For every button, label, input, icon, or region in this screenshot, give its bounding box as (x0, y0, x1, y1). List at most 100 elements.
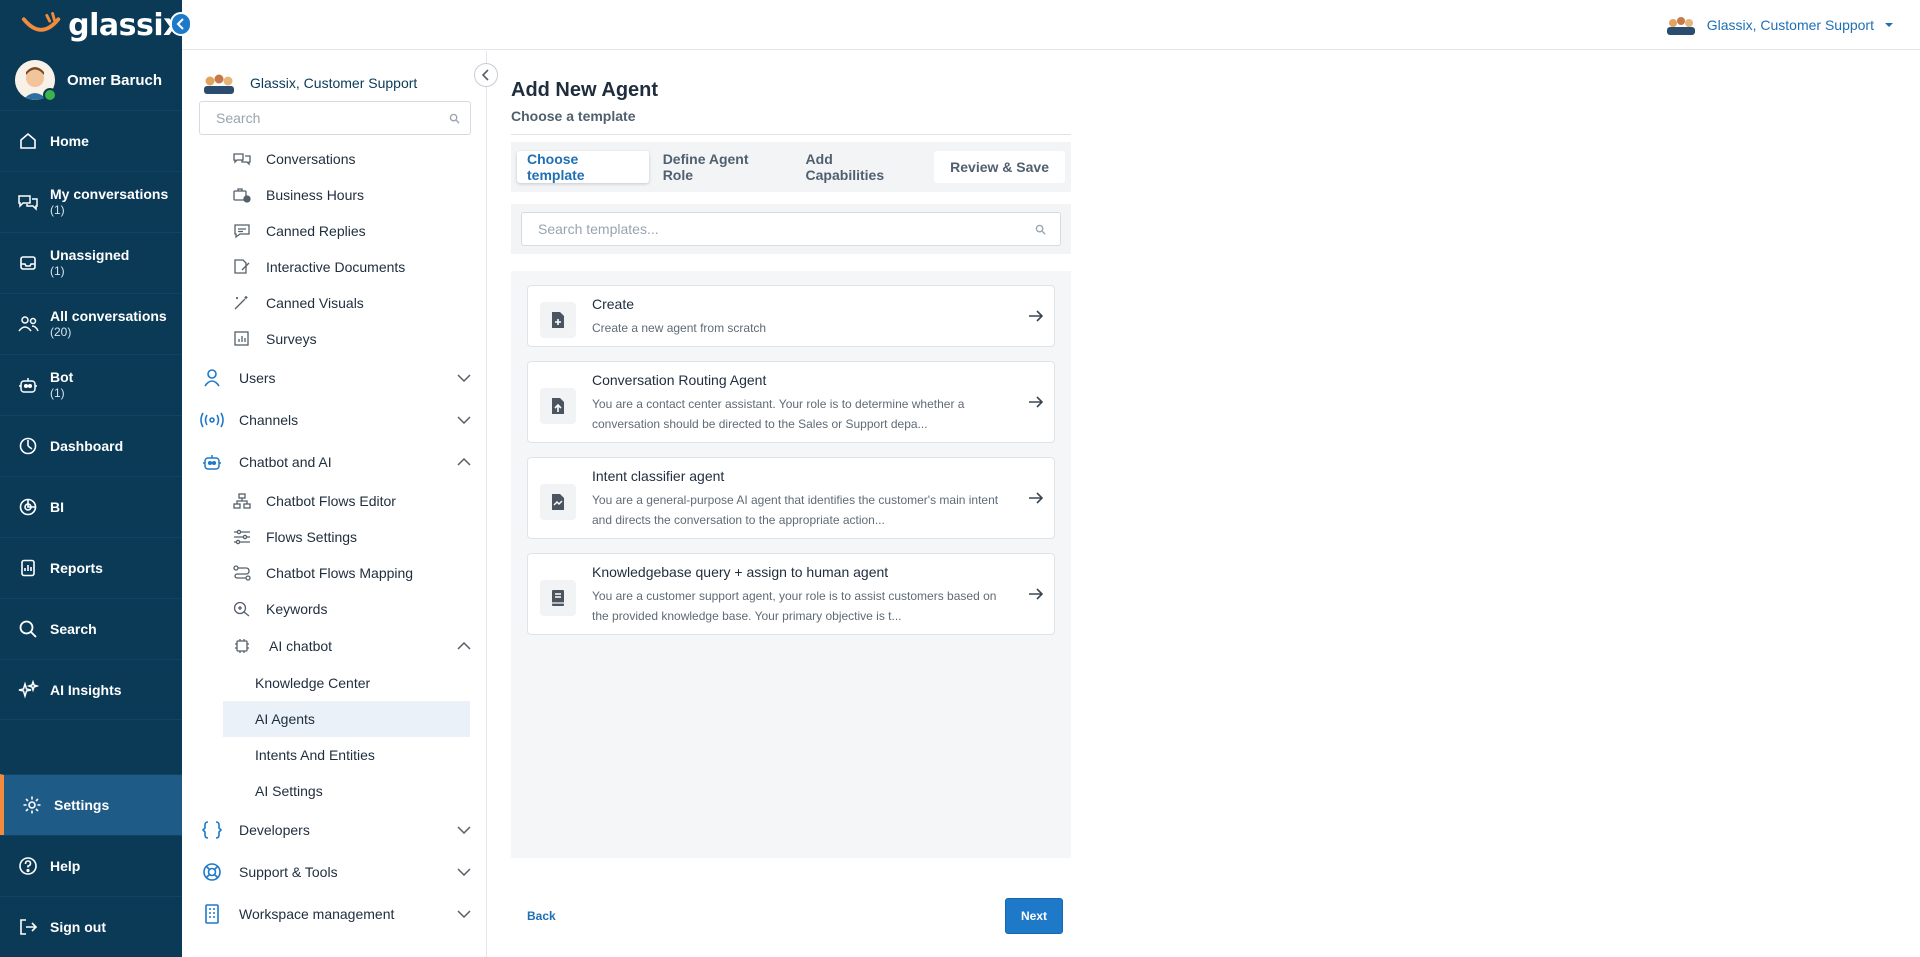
nav-item-my-conversations[interactable]: My conversations (1) (0, 171, 182, 232)
tab-add-capabilities[interactable]: Add Capabilities (796, 151, 925, 183)
nav-item-settings[interactable]: Settings (0, 774, 182, 835)
org-name: Glassix, Customer Support (1706, 17, 1874, 33)
next-button[interactable]: Next (1005, 898, 1063, 934)
tree-item-chatbot-flows-mapping[interactable]: Chatbot Flows Mapping (182, 555, 486, 591)
nav-item-ai-insights[interactable]: AI Insights (0, 659, 182, 720)
back-button[interactable]: Back (511, 909, 556, 923)
nav-item-home[interactable]: Home (0, 110, 182, 171)
chat-bubbles-icon (233, 150, 251, 168)
arrow-right-icon (1029, 396, 1044, 408)
nav-item-bi[interactable]: BI (0, 476, 182, 537)
tree-leaf-knowledge-center[interactable]: Knowledge Center (182, 665, 486, 701)
nav-item-sign-out[interactable]: Sign out (0, 896, 182, 957)
tree-item-label: Interactive Documents (266, 259, 406, 275)
tree-item-surveys[interactable]: Surveys (182, 321, 486, 357)
tree-section-users[interactable]: Users (182, 357, 486, 399)
chevron-down-icon (457, 868, 471, 876)
tree-item-label: Canned Visuals (266, 295, 364, 311)
tree-item-interactive-documents[interactable]: Interactive Documents (182, 249, 486, 285)
broadcast-icon (200, 408, 224, 432)
logo[interactable]: glassix (0, 0, 182, 50)
dashboard-icon (16, 434, 40, 458)
main-navigation: glassix Omer Baruch Home My conversation… (0, 0, 182, 957)
nav-item-all-conversations[interactable]: All conversations (20) (0, 293, 182, 354)
top-bar: Glassix, Customer Support (182, 0, 1920, 50)
tab-define-agent-role[interactable]: Define Agent Role (653, 151, 792, 183)
tree-section-channels[interactable]: Channels (182, 399, 486, 441)
chip-icon (233, 637, 251, 655)
flow-diagram-icon (233, 492, 251, 510)
nav-item-dashboard[interactable]: Dashboard (0, 415, 182, 476)
book-icon (540, 580, 576, 616)
tree-leaf-ai-settings[interactable]: AI Settings (182, 773, 486, 809)
template-search-input[interactable]: Search templates... (521, 212, 1061, 246)
caret-down-icon (1885, 23, 1893, 27)
add-agent-panel: Add New Agent Choose a template Choose t… (511, 51, 1071, 858)
org-switcher[interactable]: Glassix, Customer Support (1665, 14, 1894, 36)
nav-item-unassigned[interactable]: Unassigned (1) (0, 232, 182, 293)
template-card[interactable]: Create Create a new agent from scratch (527, 285, 1055, 347)
building-icon (200, 902, 224, 926)
tree-item-canned-visuals[interactable]: Canned Visuals (182, 285, 486, 321)
nav-item-search[interactable]: Search (0, 598, 182, 659)
glassix-logo-icon (21, 12, 61, 32)
nav-label: My conversations (1) (50, 186, 169, 217)
tree-section-developers[interactable]: Developers (182, 809, 486, 851)
tree-leaf-intents-and-entities[interactable]: Intents And Entities (182, 737, 486, 773)
arrow-right-icon (1029, 310, 1044, 322)
tab-review-and-save[interactable]: Review & Save (934, 151, 1065, 183)
nav-count: (1) (50, 203, 65, 217)
tree-item-chatbot-flows-editor[interactable]: Chatbot Flows Editor (182, 483, 486, 519)
collapse-tree-button[interactable] (474, 63, 498, 87)
tree-section-chatbot-and-ai[interactable]: Chatbot and AI (182, 441, 486, 483)
user-profile[interactable]: Omer Baruch (0, 50, 182, 110)
tree-item-label: Chatbot Flows Mapping (266, 565, 414, 581)
tree-item-canned-replies[interactable]: Canned Replies (182, 213, 486, 249)
tree-section-support-and-tools[interactable]: Support & Tools (182, 851, 486, 893)
chevron-down-icon (457, 416, 471, 424)
nav-label: Dashboard (50, 438, 124, 454)
tree-leaf-ai-agents[interactable]: AI Agents (223, 701, 470, 737)
curly-braces-icon (200, 818, 224, 842)
online-status-icon (43, 88, 57, 102)
chevron-down-icon (457, 910, 471, 918)
bot-icon (200, 450, 224, 474)
nav-count: (1) (50, 386, 65, 400)
zoom-search-icon (233, 600, 251, 618)
nav-label: Help (50, 858, 81, 874)
template-title: Knowledgebase query + assign to human ag… (592, 564, 889, 580)
tree-item-label: Conversations (266, 151, 356, 167)
chevron-up-icon (457, 458, 471, 466)
template-card[interactable]: Conversation Routing Agent You are a con… (527, 361, 1055, 443)
page-title: Add New Agent (511, 79, 659, 101)
tree-item-flows-settings[interactable]: Flows Settings (182, 519, 486, 555)
bot-icon (16, 373, 40, 397)
nav-item-bot[interactable]: Bot (1) (0, 354, 182, 415)
tree-section-workspace-management[interactable]: Workspace management (182, 893, 486, 935)
briefcase-clock-icon (233, 186, 251, 204)
template-card[interactable]: Knowledgebase query + assign to human ag… (527, 553, 1055, 635)
collapse-nav-button[interactable] (170, 12, 192, 36)
tree-leaf-label: AI Settings (255, 783, 323, 799)
nav-count: (20) (50, 325, 72, 339)
tab-choose-template[interactable]: Choose template (517, 151, 649, 183)
tree-item-ai-chatbot[interactable]: AI chatbot (182, 627, 486, 665)
nav-item-reports[interactable]: Reports (0, 537, 182, 598)
tree-search-placeholder: Search (216, 110, 261, 126)
template-list: Create Create a new agent from scratch C… (511, 271, 1071, 858)
tree-item-business-hours[interactable]: Business Hours (182, 177, 486, 213)
nav-item-help[interactable]: Help (0, 835, 182, 896)
template-card[interactable]: Intent classifier agent You are a genera… (527, 457, 1055, 539)
template-title: Create (592, 296, 635, 312)
tree-item-keywords[interactable]: Keywords (182, 591, 486, 627)
lifebuoy-icon (200, 860, 224, 884)
settings-tree: Glassix, Customer Support Search Convers… (182, 51, 487, 957)
tree-item-conversations[interactable]: Conversations (182, 141, 486, 177)
template-search-placeholder: Search templates... (538, 221, 659, 237)
tree-item-label: Canned Replies (266, 223, 366, 239)
document-edit-icon (233, 258, 251, 276)
tree-section-label: Workspace management (239, 906, 395, 922)
tree-org-header: Glassix, Customer Support (182, 51, 486, 101)
pie-chart-icon (16, 495, 40, 519)
nav-label: Reports (50, 560, 103, 576)
